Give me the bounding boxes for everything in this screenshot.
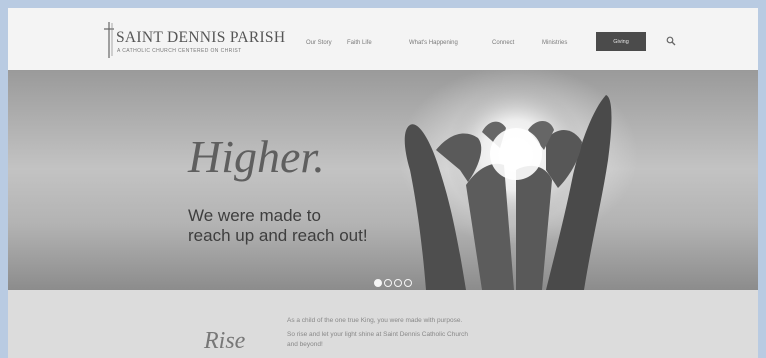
nav-whats-happening[interactable]: What's Happening bbox=[409, 40, 458, 46]
hero-subtitle-line-2: reach up and reach out! bbox=[188, 226, 368, 245]
hero-banner: Higher. We were made to reach up and rea… bbox=[8, 70, 758, 290]
search-icon[interactable] bbox=[666, 36, 676, 46]
nav-our-story[interactable]: Our Story bbox=[306, 40, 332, 46]
nav-connect[interactable]: Connect bbox=[492, 40, 514, 46]
site-logo[interactable]: SAINT DENNIS PARISH A CATHOLIC CHURCH CE… bbox=[102, 20, 286, 60]
carousel-indicators bbox=[374, 279, 418, 289]
logo-title: SAINT DENNIS PARISH bbox=[116, 29, 286, 46]
hero-subtitle: We were made to reach up and reach out! bbox=[188, 206, 428, 246]
intro-line-1: As a child of the one true King, you wer… bbox=[287, 317, 463, 324]
website-screenshot: SAINT DENNIS PARISH A CATHOLIC CHURCH CE… bbox=[8, 8, 758, 358]
site-header: SAINT DENNIS PARISH A CATHOLIC CHURCH CE… bbox=[8, 8, 758, 70]
intro-text: As a child of the one true King, you wer… bbox=[287, 316, 587, 350]
intro-line-2: So rise and let your light shine at Sain… bbox=[287, 331, 469, 338]
intro-line-3: and beyond! bbox=[287, 341, 323, 348]
hero-title: Higher. bbox=[188, 131, 325, 182]
raised-hands-image bbox=[404, 85, 612, 290]
giving-button[interactable]: Giving bbox=[596, 32, 646, 51]
carousel-dot[interactable] bbox=[404, 279, 412, 287]
logo-subtitle: A CATHOLIC CHURCH CENTERED ON CHRIST bbox=[117, 48, 242, 54]
carousel-dot-active[interactable] bbox=[374, 279, 382, 287]
intro-heading: Rise bbox=[204, 328, 246, 354]
nav-faith-life[interactable]: Faith Life bbox=[347, 40, 372, 46]
sunlight-glow bbox=[8, 70, 758, 290]
hero-subtitle-line-1: We were made to bbox=[188, 206, 321, 225]
carousel-dot[interactable] bbox=[394, 279, 402, 287]
carousel-dot[interactable] bbox=[384, 279, 392, 287]
nav-ministries[interactable]: Ministries bbox=[542, 40, 567, 46]
intro-section: Rise As a child of the one true King, yo… bbox=[8, 290, 758, 358]
